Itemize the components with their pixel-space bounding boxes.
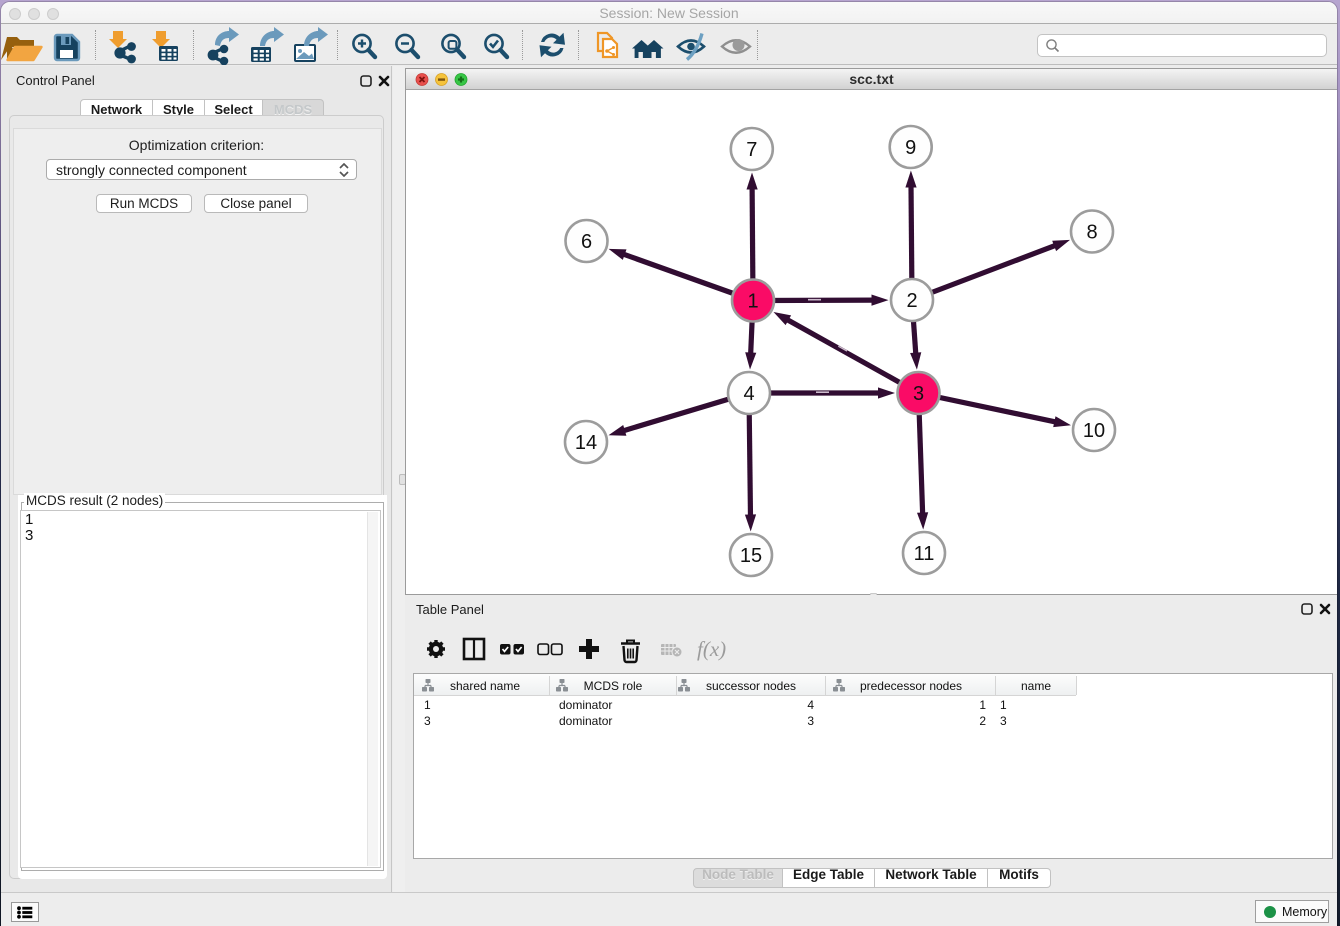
svg-text:MCDS role: MCDS role (584, 679, 643, 693)
svg-text:name: name (1021, 679, 1051, 693)
svg-text:7: 7 (746, 139, 757, 161)
svg-text:15: 15 (740, 545, 762, 567)
svg-text:2: 2 (906, 290, 917, 312)
svg-text:successor nodes: successor nodes (706, 679, 796, 693)
svg-text:f(x): f(x) (697, 637, 726, 661)
svg-text:8: 8 (1086, 222, 1097, 244)
svg-text:9: 9 (905, 137, 916, 159)
svg-text:3: 3 (913, 383, 924, 405)
svg-text:11: 11 (914, 543, 935, 565)
svg-text:6: 6 (581, 231, 592, 253)
svg-text:predecessor nodes: predecessor nodes (860, 679, 962, 693)
svg-text:4: 4 (743, 383, 754, 405)
svg-text:1: 1 (747, 291, 758, 313)
svg-text:shared name: shared name (450, 679, 520, 693)
svg-text:14: 14 (575, 432, 597, 454)
svg-text:10: 10 (1083, 420, 1105, 442)
